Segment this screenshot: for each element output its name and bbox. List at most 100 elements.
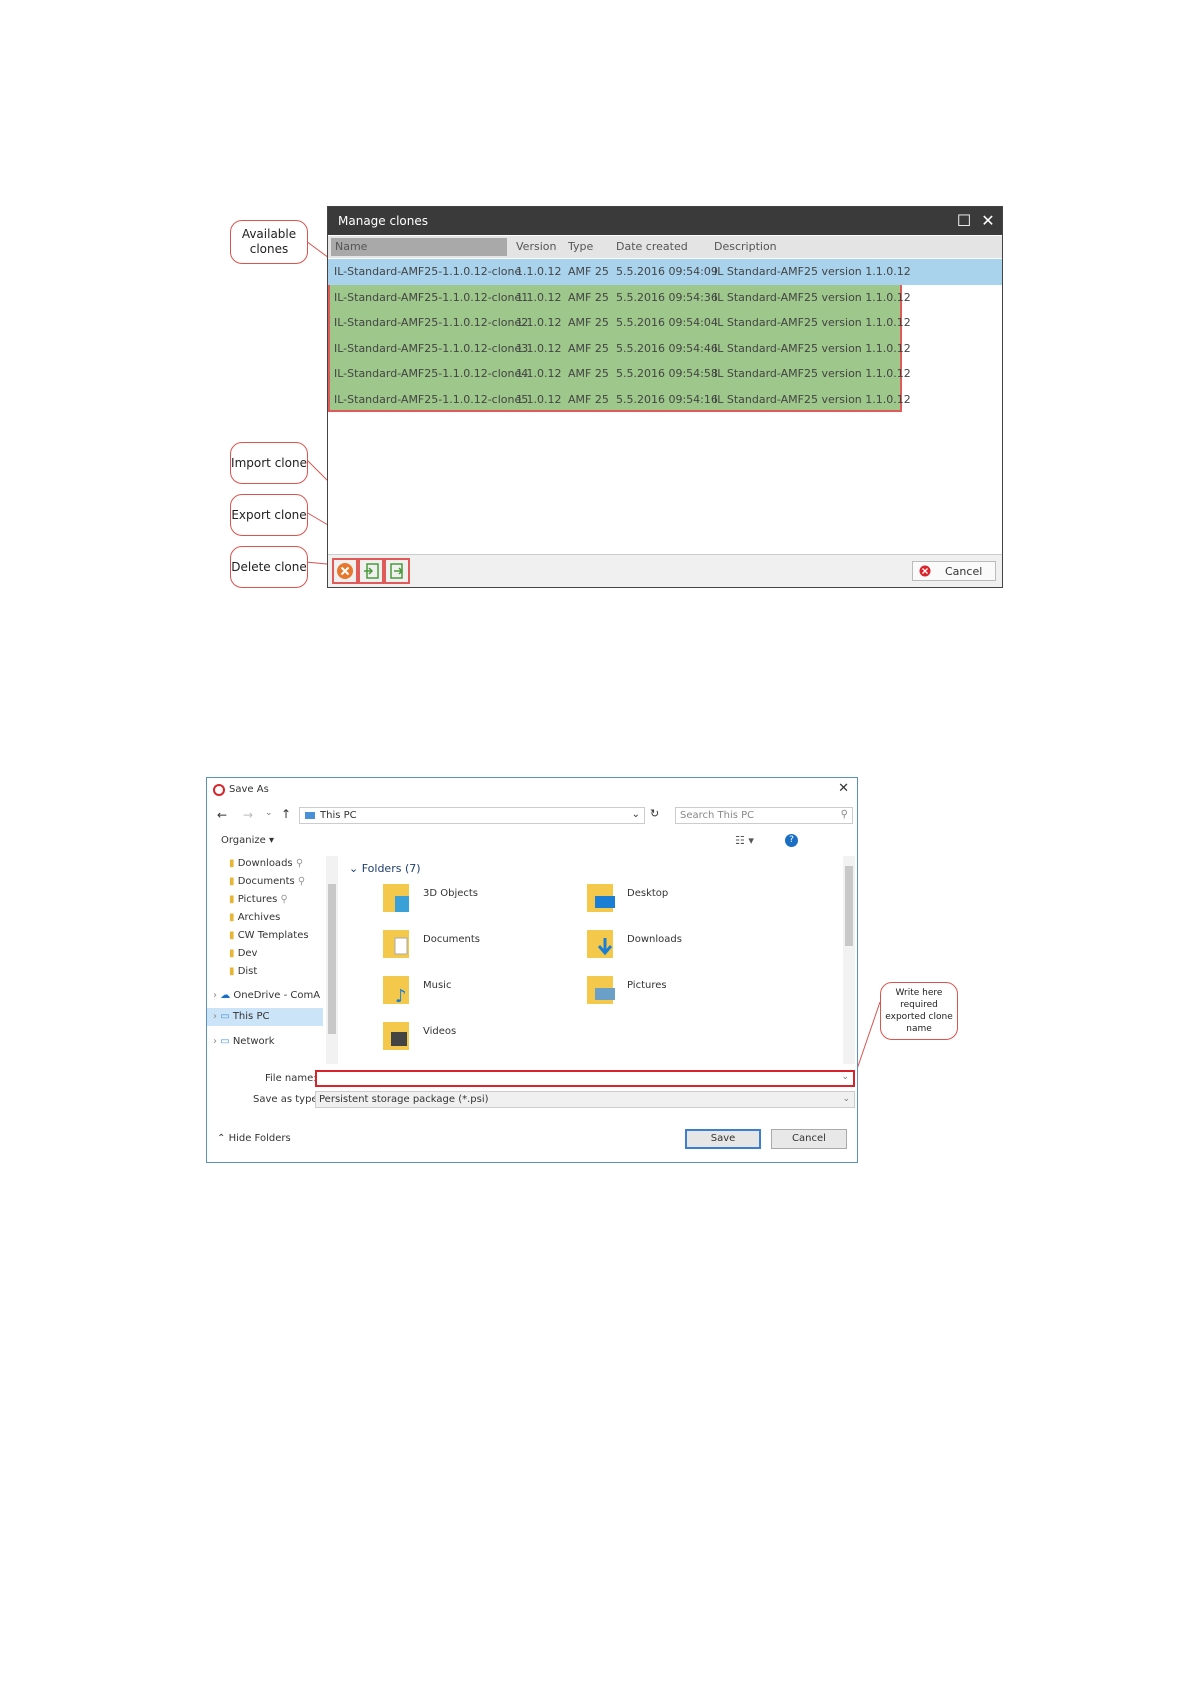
folder-icon: ▮ <box>229 948 235 959</box>
cell-type: AMF 25 <box>568 341 609 355</box>
table-row[interactable]: IL-Standard-AMF25-1.1.0.12-clone1 1.1.0.… <box>328 285 1002 311</box>
column-header-date[interactable]: Date created <box>616 240 688 253</box>
file-name-dropdown-icon[interactable]: ⌄ <box>841 1072 849 1082</box>
view-options-icon[interactable]: ☷ ▾ <box>735 834 754 847</box>
folder-item[interactable]: Desktop <box>585 880 668 916</box>
navigation-scrollbar[interactable] <box>326 856 338 1064</box>
hide-folders-toggle[interactable]: ⌃ Hide Folders <box>217 1133 291 1144</box>
callout-import-clone: Import clone <box>230 442 308 484</box>
scrollbar-thumb[interactable] <box>328 884 336 1034</box>
column-header-version[interactable]: Version <box>516 240 556 253</box>
close-icon[interactable]: ✕ <box>978 211 998 231</box>
folder-3d-objects-icon <box>383 884 409 912</box>
maximize-icon[interactable]: ☐ <box>954 211 974 231</box>
nav-item-documents[interactable]: ▮ Documents ⚲ <box>229 876 305 887</box>
this-pc-icon <box>305 812 315 819</box>
nav-item-onedrive[interactable]: › ☁ OneDrive - ComA <box>213 990 320 1001</box>
column-header-name[interactable]: Name <box>331 238 507 256</box>
nav-item-label: Documents <box>237 876 295 887</box>
nav-item-dev[interactable]: ▮ Dev <box>229 948 257 959</box>
folder-videos-icon <box>383 1022 409 1050</box>
table-row[interactable]: IL-Standard-AMF25-1.1.0.12-clone 1.1.0.1… <box>328 259 1002 285</box>
address-bar[interactable]: This PC ⌄ <box>299 807 645 824</box>
close-icon[interactable]: ✕ <box>838 781 849 796</box>
navigation-pane: ▮ Downloads ⚲ ▮ Documents ⚲ ▮ Pictures ⚲… <box>207 858 329 1062</box>
cancel-button[interactable]: Cancel <box>912 561 996 581</box>
export-clone-button[interactable] <box>358 558 384 584</box>
callout-available-clones: Available clones <box>230 220 308 264</box>
scrollbar-thumb[interactable] <box>845 866 853 946</box>
folder-item[interactable]: Downloads <box>585 926 682 962</box>
folder-icon: ▮ <box>229 894 235 905</box>
nav-item-label: Dev <box>237 948 258 959</box>
nav-item-cw-templates[interactable]: ▮ CW Templates <box>229 930 309 941</box>
pin-icon: ⚲ <box>297 876 306 887</box>
recent-chevron-icon[interactable]: ⌄ <box>265 808 273 818</box>
folder-item[interactable]: Documents <box>381 926 480 962</box>
folder-view-scrollbar[interactable] <box>843 856 855 1064</box>
save-as-type-select[interactable]: Persistent storage package (*.psi) ⌄ <box>315 1091 855 1108</box>
folder-item[interactable]: Videos <box>381 1018 456 1054</box>
table-row[interactable]: IL-Standard-AMF25-1.1.0.12-clone2 1.1.0.… <box>328 310 1002 336</box>
cell-version: 1.1.0.12 <box>516 392 562 406</box>
file-name-input[interactable]: ⌄ <box>315 1070 855 1087</box>
folder-music-icon: ♪ <box>383 976 409 1007</box>
folder-pictures-icon <box>587 976 615 1004</box>
cell-description: IL Standard-AMF25 version 1.1.0.12 <box>714 367 911 380</box>
import-clone-button[interactable] <box>384 558 410 584</box>
cell-name: IL-Standard-AMF25-1.1.0.12-clone1 <box>334 290 529 304</box>
refresh-icon[interactable]: ↻ <box>650 807 659 820</box>
cell-name: IL-Standard-AMF25-1.1.0.12-clone2 <box>334 316 529 329</box>
cell-description: IL Standard-AMF25 version 1.1.0.12 <box>714 265 911 278</box>
window-titlebar: Manage clones ☐ ✕ <box>328 207 1002 235</box>
forward-arrow-icon[interactable]: → <box>243 808 253 822</box>
cell-description: IL Standard-AMF25 version 1.1.0.12 <box>714 290 911 304</box>
table-row[interactable]: IL-Standard-AMF25-1.1.0.12-clone5 1.1.0.… <box>328 387 1002 413</box>
nav-item-dist[interactable]: ▮ Dist <box>229 966 257 977</box>
nav-item-label: Network <box>232 1036 275 1047</box>
save-as-type-value: Persistent storage package (*.psi) <box>319 1094 489 1105</box>
table-row[interactable]: IL-Standard-AMF25-1.1.0.12-clone3 1.1.0.… <box>328 336 1002 362</box>
table-row[interactable]: IL-Standard-AMF25-1.1.0.12-clone4 1.1.0.… <box>328 361 1002 387</box>
nav-item-network[interactable]: › ▭ Network <box>213 1036 275 1048</box>
nav-item-pictures[interactable]: ▮ Pictures ⚲ <box>229 894 288 905</box>
column-header-description[interactable]: Description <box>714 240 777 253</box>
delete-clone-button[interactable] <box>332 558 358 584</box>
search-box[interactable]: Search This PC ⚲ <box>675 807 853 824</box>
cell-version: 1.1.0.12 <box>516 341 562 355</box>
folder-item[interactable]: Pictures <box>585 972 667 1008</box>
dialog-cancel-button[interactable]: Cancel <box>771 1129 847 1149</box>
up-arrow-icon[interactable]: ↑ <box>281 807 291 821</box>
address-dropdown-icon[interactable]: ⌄ <box>632 809 640 820</box>
nav-item-label: OneDrive - ComA <box>233 990 321 1001</box>
nav-item-this-pc[interactable]: › ▭ This PC <box>207 1008 323 1026</box>
cloud-icon: ☁ <box>220 990 231 1001</box>
delete-icon <box>337 563 353 579</box>
nav-item-archives[interactable]: ▮ Archives <box>229 912 280 923</box>
folder-item[interactable]: ♪ Music <box>381 972 451 1008</box>
folder-label: Documents <box>423 934 481 945</box>
folder-item[interactable]: 3D Objects <box>381 880 478 916</box>
search-icon: ⚲ <box>840 809 848 820</box>
folder-view: ⌄ Folders (7) 3D Objects Desktop Documen… <box>345 856 851 1064</box>
expand-chevron-icon: › <box>213 1036 217 1047</box>
cancel-label: Cancel <box>945 565 983 578</box>
folders-group-header[interactable]: ⌄ Folders (7) <box>349 862 421 875</box>
organize-menu[interactable]: Organize ▾ <box>221 835 274 846</box>
folder-icon: ▮ <box>229 912 235 923</box>
table-header: Name Version Type Date created Descripti… <box>328 236 1002 258</box>
help-icon[interactable]: ? <box>785 834 798 847</box>
nav-item-downloads[interactable]: ▮ Downloads ⚲ <box>229 858 303 869</box>
folder-icon: ▮ <box>229 966 235 977</box>
chevron-up-icon: ⌃ <box>217 1133 226 1144</box>
cell-version: 1.1.0.12 <box>516 316 562 329</box>
save-button[interactable]: Save <box>685 1129 761 1149</box>
cell-date: 5.5.2016 09:54:16 <box>616 392 718 406</box>
export-icon <box>364 563 379 579</box>
expand-chevron-icon: › <box>213 1011 217 1022</box>
save-type-dropdown-icon[interactable]: ⌄ <box>842 1092 850 1107</box>
back-arrow-icon[interactable]: ← <box>217 808 227 822</box>
column-header-type[interactable]: Type <box>568 240 593 253</box>
svg-text:♪: ♪ <box>395 986 407 1007</box>
cell-type: AMF 25 <box>568 265 609 278</box>
